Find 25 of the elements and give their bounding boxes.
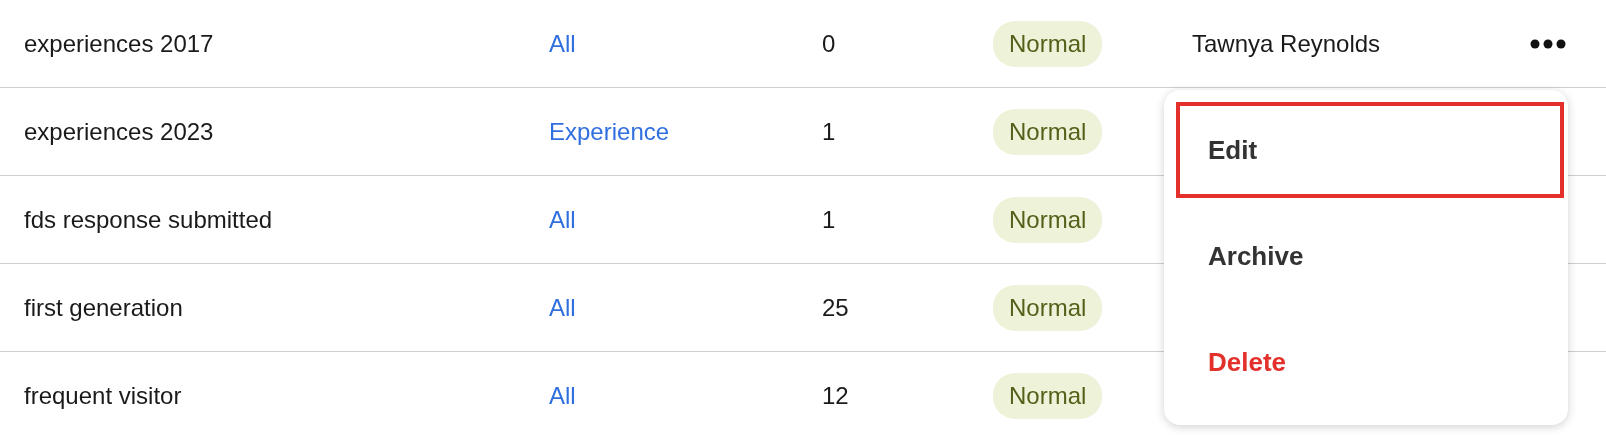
segment-name: first generation [24,293,184,322]
type-link[interactable]: All [549,381,822,410]
type-link[interactable]: Experience [549,117,822,146]
menu-item[interactable]: Archive [1176,208,1564,304]
member-count: 1 [822,205,837,234]
more-options-icon[interactable] [1530,38,1566,49]
member-count: 25 [822,293,850,322]
status-badge: Normal [993,284,1103,331]
status-badge: Normal [993,196,1103,243]
menu-item[interactable]: Delete [1176,314,1564,410]
member-count: 12 [822,381,850,410]
status-badge: Normal [993,20,1103,67]
type-link[interactable]: All [549,29,822,58]
segment-name: experiences 2017 [24,29,215,58]
segment-name: fds response submitted [24,205,274,234]
type-link[interactable]: All [549,205,822,234]
segment-name: frequent visitor [24,381,183,410]
owner-name: Tawnya Reynolds [1192,29,1382,58]
menu-item[interactable]: Edit [1176,102,1564,198]
segment-name: experiences 2023 [24,117,215,146]
member-count: 1 [822,117,837,146]
type-link[interactable]: All [549,293,822,322]
member-count: 0 [822,29,837,58]
status-badge: Normal [993,372,1103,419]
status-badge: Normal [993,108,1103,155]
